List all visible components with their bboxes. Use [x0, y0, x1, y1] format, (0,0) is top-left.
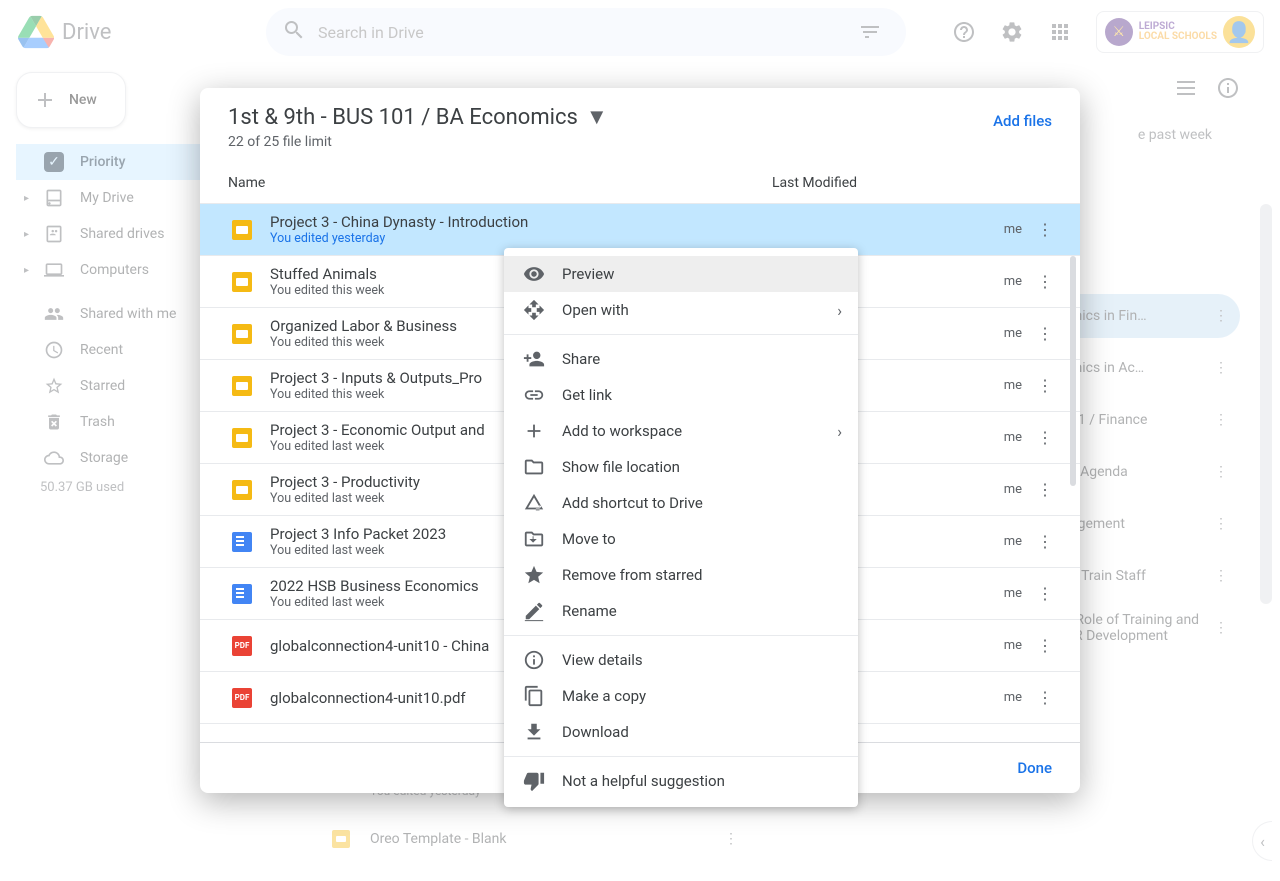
file-owner: me [922, 638, 1022, 653]
pencil-icon [520, 600, 548, 622]
row-more-button[interactable]: ⋮ [1030, 636, 1060, 655]
menu-item-label: Move to [562, 530, 616, 548]
column-modified[interactable]: Last Modified [772, 175, 1052, 191]
menu-item-label: Get link [562, 386, 612, 404]
file-name: Project 3 - China Dynasty - Introduction [270, 213, 922, 231]
file-subtext: You edited yesterday [270, 231, 922, 246]
person-plus-icon [520, 348, 548, 370]
dropdown-icon[interactable]: ▼ [586, 104, 608, 130]
menu-item-add-to-workspace[interactable]: Add to workspace › [504, 413, 858, 449]
dialog-subtitle: 22 of 25 file limit [228, 134, 608, 150]
menu-item-open-with[interactable]: Open with › [504, 292, 858, 328]
menu-item-label: Show file location [562, 458, 680, 476]
move-to-icon [520, 528, 548, 550]
menu-item-preview[interactable]: Preview [504, 256, 858, 292]
row-more-button[interactable]: ⋮ [1030, 688, 1060, 707]
menu-divider [504, 635, 858, 636]
dialog-title: 1st & 9th - BUS 101 / BA Economics [228, 105, 578, 130]
slides-file-icon [228, 220, 256, 240]
menu-item-show-file-location[interactable]: Show file location [504, 449, 858, 485]
done-button[interactable]: Done [1017, 759, 1052, 777]
file-owner: me [922, 378, 1022, 393]
docs-file-icon [228, 532, 256, 552]
move-arrows-icon [520, 299, 548, 321]
column-name[interactable]: Name [228, 175, 772, 191]
menu-item-make-a-copy[interactable]: Make a copy [504, 678, 858, 714]
menu-item-label: Add shortcut to Drive [562, 494, 703, 512]
file-owner: me [922, 274, 1022, 289]
file-owner: me [922, 482, 1022, 497]
menu-item-label: View details [562, 651, 643, 669]
folder-icon [520, 456, 548, 478]
chevron-right-icon: › [837, 301, 842, 320]
pdf-file-icon: PDF [228, 636, 256, 656]
drive-shortcut-icon [520, 492, 548, 514]
menu-item-download[interactable]: Download [504, 714, 858, 750]
info-icon [520, 649, 548, 671]
row-more-button[interactable]: ⋮ [1030, 584, 1060, 603]
file-owner: me [922, 586, 1022, 601]
slides-file-icon [228, 324, 256, 344]
file-owner: me [922, 326, 1022, 341]
slides-file-icon [228, 272, 256, 292]
menu-item-label: Make a copy [562, 687, 646, 705]
star-filled-icon [520, 564, 548, 586]
menu-item-label: Rename [562, 602, 617, 620]
row-more-button[interactable]: ⋮ [1030, 532, 1060, 551]
context-menu: Preview Open with › Share Get link Add to wor… [504, 248, 858, 807]
menu-item-add-shortcut-to-drive[interactable]: Add shortcut to Drive [504, 485, 858, 521]
menu-item-label: Download [562, 723, 629, 741]
slides-file-icon [228, 376, 256, 396]
file-owner: me [922, 430, 1022, 445]
menu-item-view-details[interactable]: View details [504, 642, 858, 678]
row-more-button[interactable]: ⋮ [1030, 272, 1060, 291]
menu-item-label: Remove from starred [562, 566, 702, 584]
eye-icon [520, 263, 548, 285]
menu-item-move-to[interactable]: Move to [504, 521, 858, 557]
menu-item-get-link[interactable]: Get link [504, 377, 858, 413]
file-owner: me [922, 690, 1022, 705]
plus-icon [520, 420, 548, 442]
file-list-header: Name Last Modified [200, 167, 1080, 204]
add-files-button[interactable]: Add files [993, 112, 1052, 130]
slides-file-icon [228, 428, 256, 448]
menu-item-not-a-helpful-suggestion[interactable]: Not a helpful suggestion [504, 763, 858, 799]
slides-file-icon [228, 480, 256, 500]
thumbs-down-icon [520, 770, 548, 792]
menu-item-label: Not a helpful suggestion [562, 772, 725, 790]
menu-item-share[interactable]: Share [504, 341, 858, 377]
menu-divider [504, 334, 858, 335]
menu-divider [504, 756, 858, 757]
menu-item-rename[interactable]: Rename [504, 593, 858, 629]
link-icon [520, 384, 548, 406]
pdf-file-icon: PDF [228, 688, 256, 708]
menu-item-label: Add to workspace [562, 422, 682, 440]
file-owner: me [922, 222, 1022, 237]
row-more-button[interactable]: ⋮ [1030, 428, 1060, 447]
row-more-button[interactable]: ⋮ [1030, 220, 1060, 239]
row-more-button[interactable]: ⋮ [1030, 480, 1060, 499]
file-owner: me [922, 534, 1022, 549]
menu-item-label: Open with [562, 301, 629, 319]
row-more-button[interactable]: ⋮ [1030, 324, 1060, 343]
menu-item-label: Share [562, 350, 600, 368]
copy-icon [520, 685, 548, 707]
row-more-button[interactable]: ⋮ [1030, 376, 1060, 395]
menu-item-remove-from-starred[interactable]: Remove from starred [504, 557, 858, 593]
docs-file-icon [228, 584, 256, 604]
dialog-scrollbar[interactable] [1070, 256, 1076, 486]
chevron-right-icon: › [837, 422, 842, 441]
menu-item-label: Preview [562, 265, 614, 283]
download-icon [520, 721, 548, 743]
